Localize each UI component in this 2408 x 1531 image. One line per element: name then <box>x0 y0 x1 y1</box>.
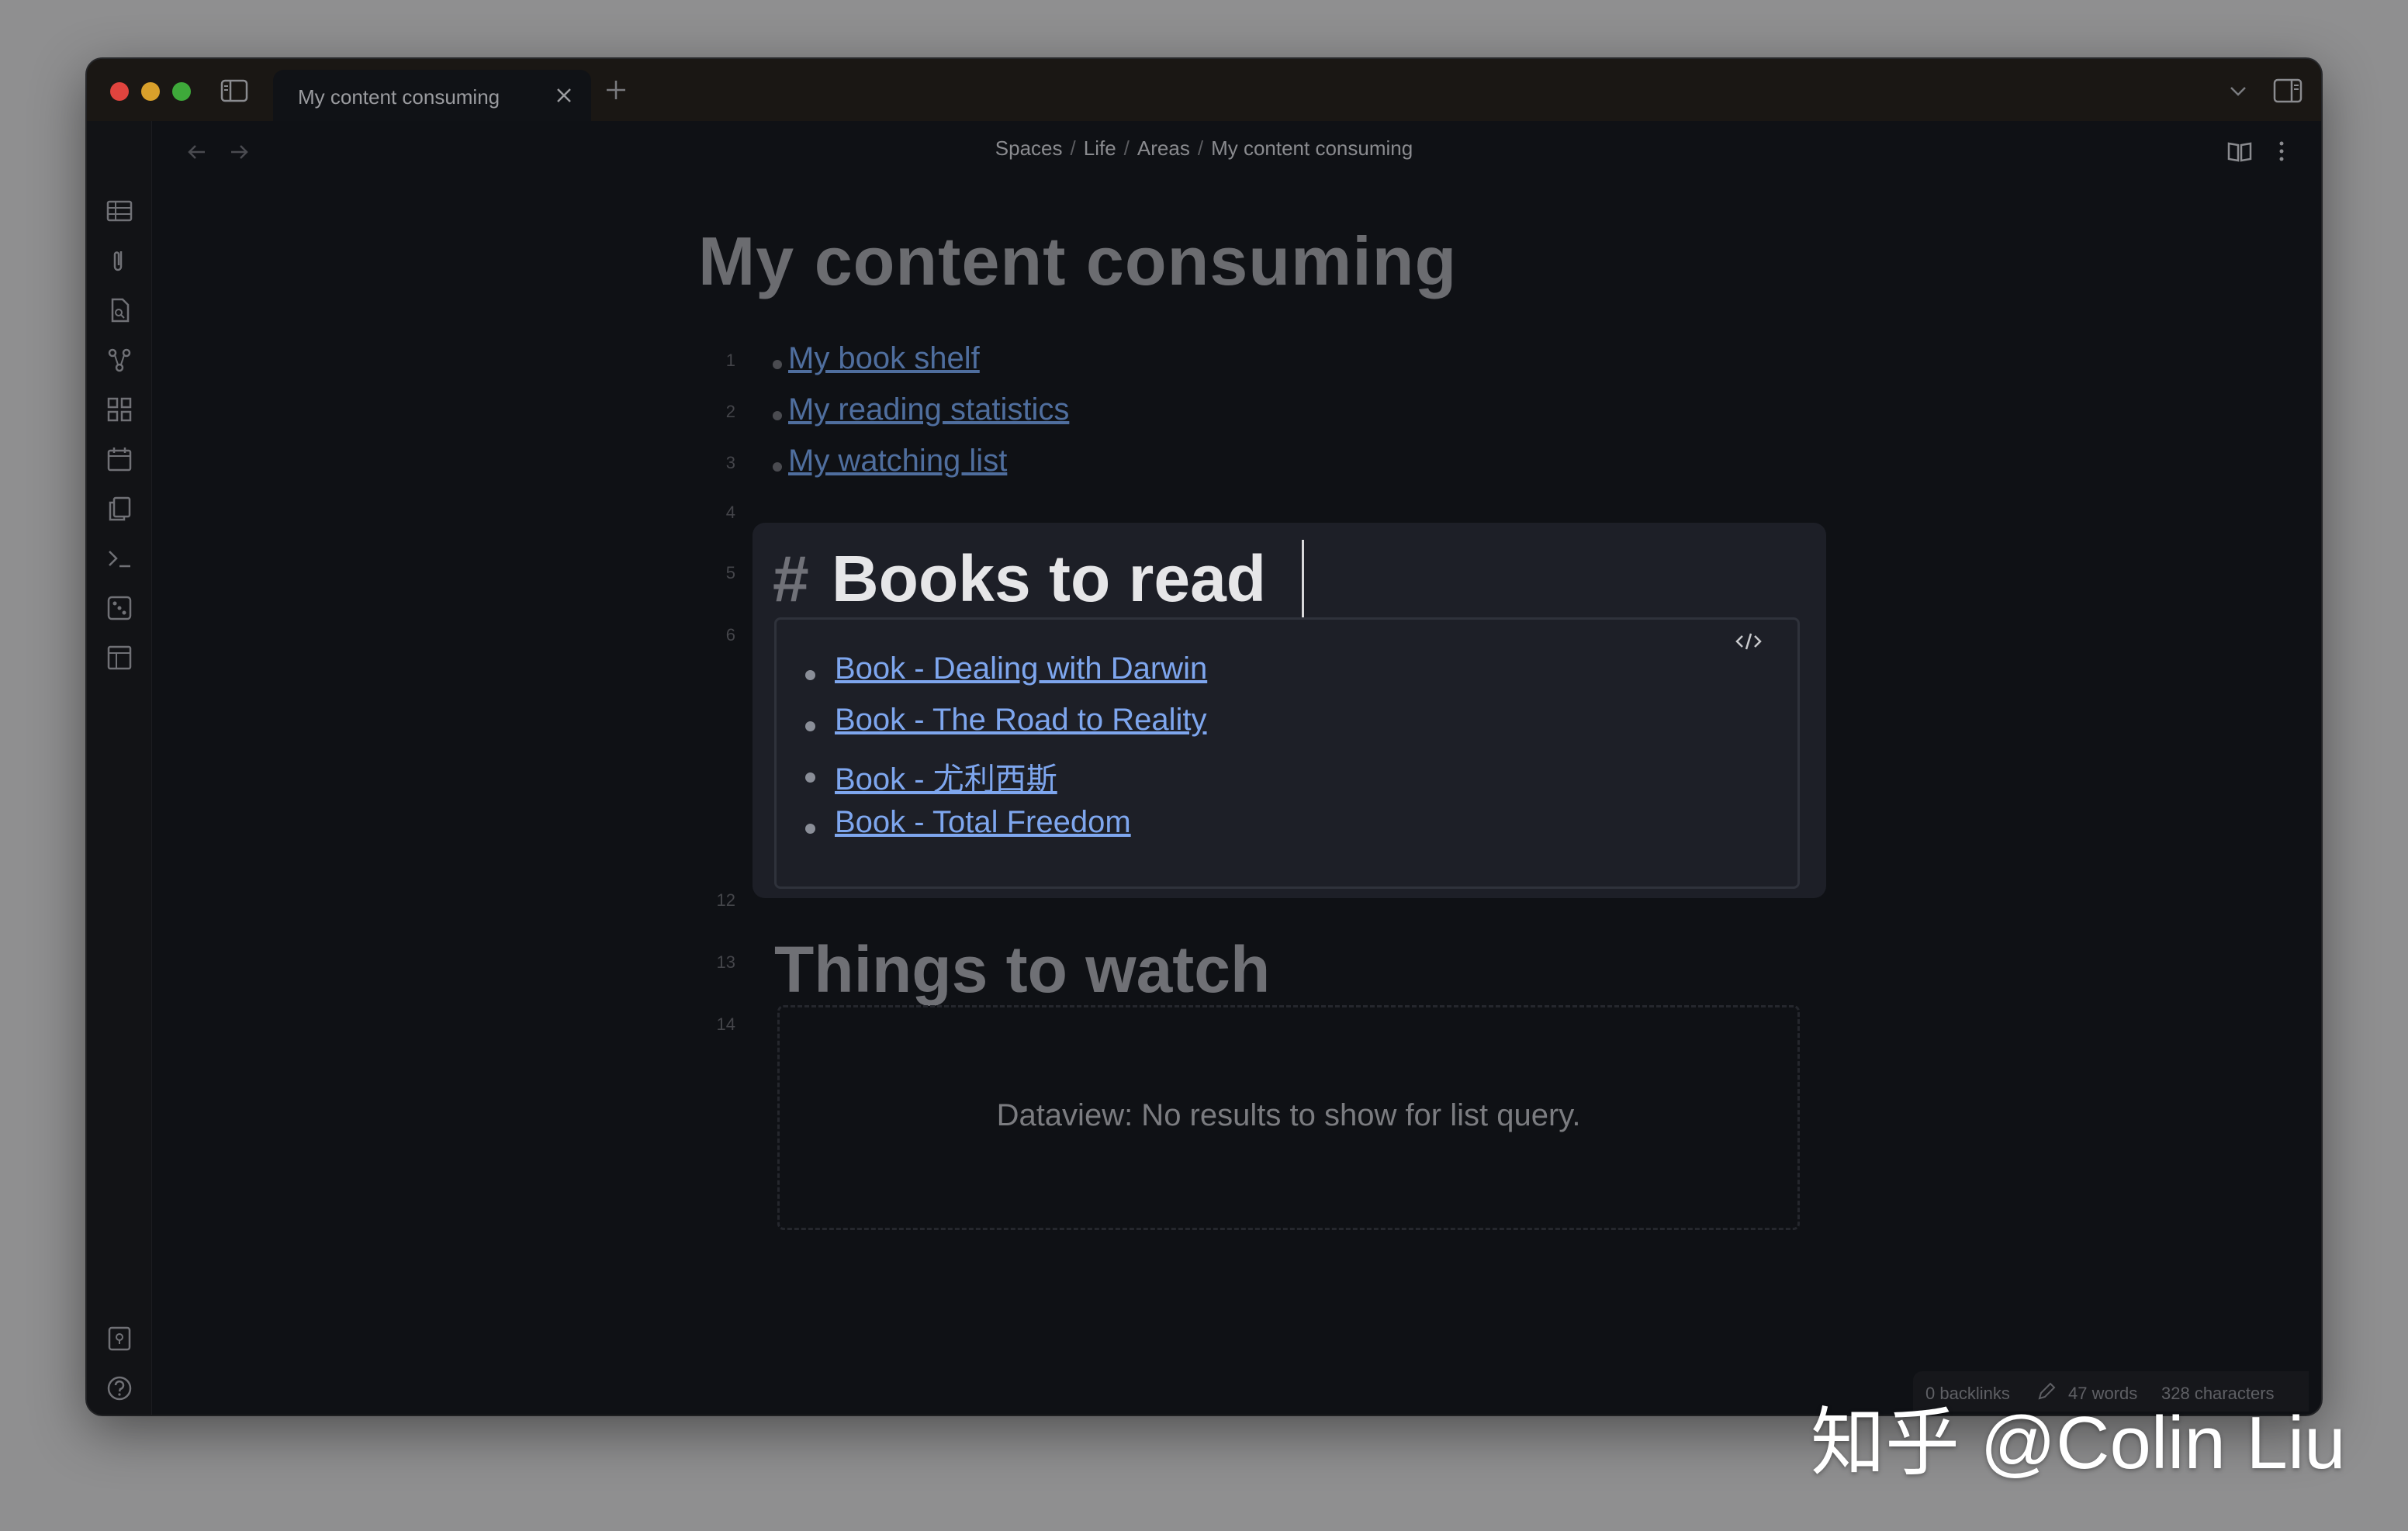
code-icon[interactable] <box>1733 628 1764 655</box>
graph-icon[interactable] <box>106 346 133 374</box>
right-sidebar-icon[interactable] <box>2273 78 2302 104</box>
bullet <box>805 670 815 680</box>
tab-title: My content consuming <box>298 85 500 109</box>
close-icon[interactable] <box>554 85 574 105</box>
line-number: 3 <box>725 453 735 472</box>
page-title: My content consuming <box>698 223 1458 299</box>
book-open-icon[interactable] <box>2226 138 2253 164</box>
chevron-down-icon[interactable] <box>2226 79 2250 102</box>
dice-icon[interactable] <box>106 594 133 622</box>
bullet <box>805 824 815 834</box>
copy-icon[interactable] <box>106 495 133 523</box>
link-my-reading-statistics[interactable]: My reading statistics <box>770 392 1069 427</box>
line-number: 12 <box>716 890 735 910</box>
heading-books-to-read[interactable]: Books to read <box>832 541 1266 617</box>
heading-things-to-watch[interactable]: Things to watch <box>774 932 1270 1007</box>
link-book-dealing-with-darwin[interactable]: Book - Dealing with Darwin <box>835 651 1207 686</box>
layout-icon[interactable] <box>106 644 133 672</box>
dataview-empty-message: Dataview: No results to show for list qu… <box>996 1098 1581 1132</box>
text-cursor <box>1302 540 1304 619</box>
title-bar: My content consuming <box>87 59 2321 121</box>
file-search-icon[interactable] <box>106 296 133 324</box>
line-number: 5 <box>725 563 735 582</box>
app-window: My content consuming Spaces / Life / Are… <box>87 59 2321 1415</box>
maximize-window-button[interactable] <box>172 82 191 101</box>
link-book-total-freedom[interactable]: Book - Total Freedom <box>835 805 1131 840</box>
link-my-book-shelf[interactable]: My book shelf <box>770 341 980 376</box>
link-book-road-to-reality[interactable]: Book - The Road to Reality <box>835 703 1207 738</box>
link-my-watching-list[interactable]: My watching list <box>770 444 1007 479</box>
line-number: 6 <box>725 625 735 645</box>
tab-my-content-consuming[interactable]: My content consuming <box>273 70 591 121</box>
ribbon <box>87 121 152 1415</box>
calendar-icon[interactable] <box>106 445 133 473</box>
breadcrumb: Spaces / Life / Areas / My content consuming <box>995 137 1413 160</box>
link-book-ulysses[interactable]: Book - 尤利西斯 <box>835 754 1057 799</box>
line-number: 14 <box>716 1014 735 1034</box>
help-icon[interactable] <box>106 1374 133 1402</box>
bullet <box>805 772 815 783</box>
heading-marker: # <box>773 542 809 615</box>
sidebar-toggle-icon[interactable] <box>220 79 248 102</box>
terminal-icon[interactable] <box>106 544 133 572</box>
more-vertical-icon[interactable] <box>2270 138 2293 164</box>
line-number: 1 <box>725 351 735 370</box>
plus-icon[interactable] <box>602 76 630 104</box>
breadcrumb-current-note[interactable]: My content consuming <box>1211 137 1413 160</box>
line-number: 2 <box>725 402 735 421</box>
line-number: 13 <box>716 952 735 972</box>
line-number: 4 <box>725 503 735 522</box>
watermark: 知乎 @Colin Liu <box>1811 1401 2346 1484</box>
breadcrumb-spaces[interactable]: Spaces <box>995 137 1063 160</box>
vault-icon[interactable] <box>106 1325 133 1353</box>
minimize-window-button[interactable] <box>141 82 160 101</box>
table-icon[interactable] <box>106 197 133 225</box>
close-window-button[interactable] <box>110 82 129 101</box>
grid-icon[interactable] <box>106 396 133 423</box>
paperclip-icon[interactable] <box>106 247 133 275</box>
bullet <box>805 721 815 731</box>
breadcrumb-life[interactable]: Life <box>1084 137 1116 160</box>
breadcrumb-areas[interactable]: Areas <box>1137 137 1190 160</box>
